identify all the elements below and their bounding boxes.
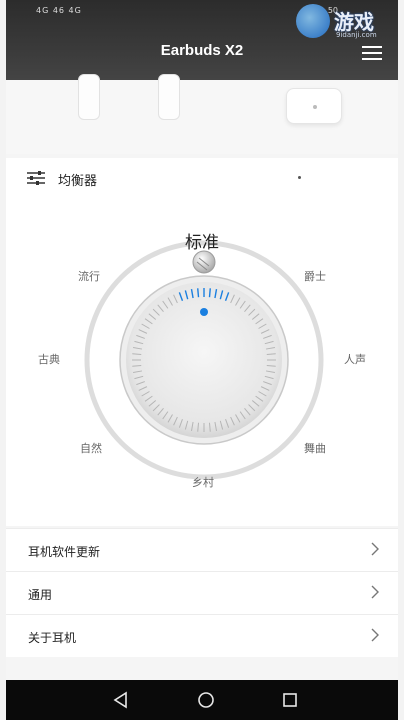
preset-jazz[interactable]: 爵士 — [304, 268, 326, 284]
bottom-spacer — [6, 658, 398, 680]
preset-classical[interactable]: 古典 — [38, 351, 60, 367]
knob-tick — [208, 288, 211, 298]
app-screen: 4G 46 4G 50 游戏 9idanji.com Earbuds X2 均衡… — [6, 0, 398, 720]
watermark-logo-icon — [296, 4, 330, 38]
chevron-right-icon — [371, 585, 379, 599]
charging-case-image — [286, 88, 342, 124]
preset-country[interactable]: 乡村 — [192, 474, 214, 490]
equalizer-label: 均衡器 — [58, 174, 98, 189]
preset-vocal[interactable]: 人声 — [344, 351, 366, 367]
dial-knob[interactable] — [126, 282, 282, 438]
chevron-right-icon — [371, 542, 379, 556]
current-eq-mode: 标准 — [185, 233, 219, 253]
left-earbud-image — [78, 74, 100, 120]
hamburger-menu-icon[interactable] — [362, 46, 382, 60]
dot-indicator — [298, 176, 301, 179]
page-title: Earbuds X2 — [160, 42, 244, 59]
app-header: 4G 46 4G 50 游戏 9idanji.com Earbuds X2 — [6, 0, 398, 80]
circle-home-icon[interactable] — [194, 688, 218, 712]
system-nav-bar — [6, 680, 398, 720]
right-earbud-image — [158, 74, 180, 120]
triangle-back-icon[interactable] — [110, 688, 134, 712]
settings-list: 耳机软件更新 通用 关于耳机 — [6, 528, 398, 657]
list-item-label: 关于耳机 — [28, 631, 77, 645]
knob-indicator-dot — [200, 308, 208, 316]
sliders-icon — [27, 171, 45, 185]
chevron-right-icon — [371, 628, 379, 642]
equalizer-row[interactable]: 均衡器 — [6, 158, 398, 198]
preset-dance[interactable]: 舞曲 — [304, 440, 326, 456]
earbuds-product-image — [6, 74, 398, 154]
equalizer-dial-area: 标准 流行 爵士 古典 人声 自然 舞曲 乡村 — [6, 198, 398, 526]
preset-pop[interactable]: 流行 — [78, 268, 100, 284]
knob-tick — [197, 288, 200, 298]
list-item-label: 耳机软件更新 — [28, 545, 101, 559]
status-bar-left: 4G 46 4G — [36, 6, 82, 15]
list-item-general[interactable]: 通用 — [6, 571, 398, 614]
list-item-firmware-update[interactable]: 耳机软件更新 — [6, 528, 398, 571]
list-item-about[interactable]: 关于耳机 — [6, 614, 398, 657]
square-recent-icon[interactable] — [278, 688, 302, 712]
watermark-site: 9idanji.com — [336, 31, 377, 39]
list-item-label: 通用 — [28, 588, 53, 602]
site-watermark: 游戏 9idanji.com — [296, 4, 392, 39]
preset-natural[interactable]: 自然 — [80, 440, 102, 456]
